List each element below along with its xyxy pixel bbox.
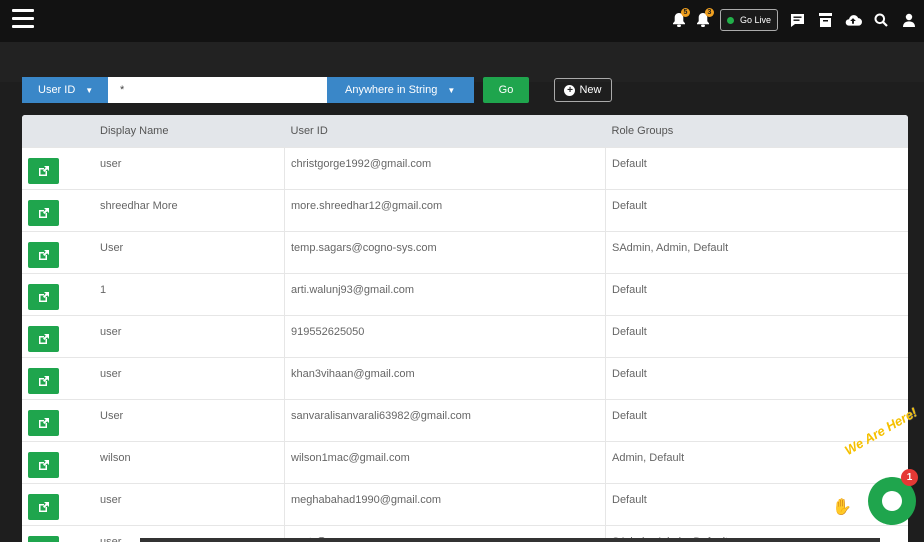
notes-icon[interactable]: [788, 11, 806, 29]
user-id-cell: more.shreedhar12@gmail.com: [291, 200, 443, 212]
display-name-cell: shreedhar More: [100, 200, 178, 212]
chat-unread-badge: 1: [901, 469, 918, 486]
bell-icon[interactable]: 3: [696, 8, 714, 28]
role-groups-cell: Default: [612, 326, 647, 338]
new-button[interactable]: + New: [554, 78, 612, 102]
table-row: shreedhar More more.shreedhar12@gmail.co…: [22, 189, 908, 232]
table-row: 1 arti.walunj93@gmail.com Default: [22, 273, 908, 316]
display-name-cell: user: [100, 494, 122, 506]
top-icon-group: 5 3 Go Live: [672, 6, 918, 34]
users-table: Display Name User ID Role Groups user ch…: [22, 115, 908, 542]
header-user-id[interactable]: User ID: [284, 115, 606, 148]
go-button[interactable]: Go: [483, 77, 529, 103]
edit-button[interactable]: [28, 452, 59, 478]
go-live-label: Go Live: [739, 15, 771, 25]
match-mode-select[interactable]: Anywhere in String ▼: [327, 77, 474, 103]
table-row: user meghabahad1990@gmail.com Default: [22, 483, 908, 526]
role-groups-cell: Default: [612, 368, 647, 380]
user-id-cell: wilson1mac@gmail.com: [291, 452, 410, 464]
user-id-cell: arti.walunj93@gmail.com: [291, 284, 415, 296]
chevron-down-icon: ▼: [85, 85, 94, 95]
header-display-name[interactable]: Display Name: [100, 115, 285, 148]
edit-button[interactable]: [28, 368, 59, 394]
edit-icon: [38, 418, 49, 428]
edit-icon: [38, 292, 49, 302]
display-name-cell: user: [100, 158, 122, 170]
edit-icon: [38, 334, 49, 344]
edit-icon: [38, 502, 49, 512]
table-row: User sanvaralisanvarali63982@gmail.com D…: [22, 399, 908, 442]
display-name-cell: 1: [100, 284, 107, 296]
display-name-cell: User: [100, 242, 124, 254]
chat-icon: [882, 491, 902, 511]
edit-button[interactable]: [28, 200, 59, 226]
users-table-container: Display Name User ID Role Groups user ch…: [22, 115, 908, 542]
user-id-cell: christgorge1992@gmail.com: [291, 158, 432, 170]
search-toolbar: User ID ▼ Anywhere in String ▼ Go + New: [22, 77, 612, 103]
archive-icon[interactable]: [816, 11, 834, 29]
table-row: wilson wilson1mac@gmail.com Admin, Defau…: [22, 441, 908, 484]
edit-button[interactable]: [28, 536, 59, 542]
notification-badge: 3: [704, 8, 714, 17]
match-mode-label: Anywhere in String: [345, 84, 438, 96]
header-role-groups[interactable]: Role Groups: [605, 115, 908, 148]
role-groups-cell: Default: [612, 284, 647, 296]
role-groups-cell: Default: [612, 410, 647, 422]
chat-widget: We Are Here! ✋ 1: [828, 405, 920, 525]
display-name-cell: wilson: [100, 452, 131, 464]
bell-icon[interactable]: 5: [672, 8, 690, 28]
table-header-row: Display Name User ID Role Groups: [22, 115, 908, 148]
edit-button[interactable]: [28, 326, 59, 352]
user-id-cell: temp.sagars@cogno-sys.com: [291, 242, 437, 254]
edit-button[interactable]: [28, 494, 59, 520]
user-id-cell: meghabahad1990@gmail.com: [291, 494, 441, 506]
search-input[interactable]: [108, 77, 327, 103]
chevron-down-icon: ▼: [447, 85, 456, 95]
display-name-cell: user: [100, 326, 122, 338]
waving-hand-icon: ✋: [832, 499, 852, 516]
user-id-cell: khan3vihaan@gmail.com: [291, 368, 415, 380]
table-row: User temp.sagars@cogno-sys.com SAdmin, A…: [22, 231, 908, 274]
content-header-band: [0, 42, 924, 82]
role-groups-cell: Default: [612, 158, 647, 170]
horizontal-scrollbar[interactable]: [140, 538, 880, 542]
edit-button[interactable]: [28, 158, 59, 184]
user-id-cell: 919552625050: [291, 326, 365, 338]
new-button-label: New: [579, 84, 602, 96]
go-live-button[interactable]: Go Live: [719, 9, 778, 31]
header-actions: [22, 115, 100, 148]
user-icon[interactable]: [900, 11, 918, 29]
role-groups-cell: Default: [612, 200, 647, 212]
edit-icon: [38, 376, 49, 386]
display-name-cell: user: [100, 368, 122, 380]
edit-icon: [38, 460, 49, 470]
table-row: user christgorge1992@gmail.com Default: [22, 147, 908, 190]
edit-button[interactable]: [28, 410, 59, 436]
table-row: user khan3vihaan@gmail.com Default: [22, 357, 908, 400]
table-row: user 919552625050 Default: [22, 315, 908, 358]
live-status-dot: [726, 16, 734, 24]
user-id-cell: sanvaralisanvarali63982@gmail.com: [291, 410, 471, 422]
edit-button[interactable]: [28, 284, 59, 310]
edit-icon: [38, 250, 49, 260]
search-field-label: User ID: [38, 84, 76, 96]
edit-icon: [38, 208, 49, 218]
edit-icon: [38, 166, 49, 176]
role-groups-cell: SAdmin, Admin, Default: [612, 242, 729, 254]
edit-button[interactable]: [28, 242, 59, 268]
display-name-cell: User: [100, 410, 124, 422]
cloud-upload-icon[interactable]: [844, 11, 862, 29]
notification-badge: 5: [680, 8, 690, 17]
search-field-select[interactable]: User ID ▼: [22, 77, 108, 103]
search-icon[interactable]: [872, 11, 890, 29]
plus-circle-icon: +: [564, 84, 576, 96]
menu-icon[interactable]: [12, 9, 34, 29]
top-navbar: 5 3 Go Live: [0, 0, 924, 42]
